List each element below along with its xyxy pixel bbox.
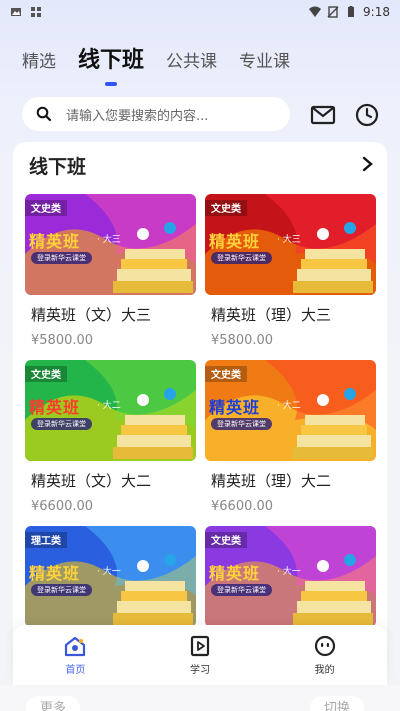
bottom-nav: 首页 学习 我的 (13, 625, 387, 685)
course-headline: 精英班 (209, 564, 261, 583)
course-grade: · 大三 (97, 235, 121, 245)
course-cta: 登录新华云课堂 (211, 418, 272, 430)
course-category: 理工类 (25, 532, 67, 548)
course-name: 精英班（文）大三 (31, 306, 152, 324)
course-name: 精英班（理）大三 (211, 306, 332, 324)
course-thumbnail: 文史类 精英班 · 大三 登录新华云课堂 (205, 194, 376, 295)
nav-profile[interactable]: 我的 (280, 635, 370, 676)
more-button[interactable]: 更多 (26, 696, 81, 711)
course-grade: · 大一 (97, 567, 121, 577)
nav-profile-label: 我的 (314, 664, 335, 676)
course-thumbnail: 文史类 精英班 · 大一 登录新华云课堂 (205, 526, 376, 627)
switch-button[interactable]: 切换 (310, 696, 365, 711)
course-card[interactable]: 文史类 精英班 · 大三 登录新华云课堂 精英班（理）大三 ¥5800.00 (205, 194, 376, 348)
course-thumbnail: 文史类 精英班 · 大三 登录新华云课堂 (25, 194, 196, 295)
course-grade: · 大一 (277, 567, 301, 577)
course-card[interactable]: 文史类 精英班 · 大三 登录新华云课堂 精英班（文）大三 ¥5800.00 (25, 194, 196, 348)
status-bar: 9:18 (0, 0, 400, 24)
course-name: 精英班（文）大二 (31, 472, 152, 490)
nav-home[interactable]: 首页 (30, 635, 120, 676)
course-cta: 登录新华云课堂 (31, 252, 92, 264)
home-icon (65, 636, 86, 656)
course-category: 文史类 (25, 366, 67, 382)
course-price: ¥5800.00 (31, 333, 94, 348)
course-headline: 精英班 (209, 398, 261, 417)
wifi-icon (309, 6, 322, 17)
tab-public-course[interactable]: 公共课 (166, 47, 217, 84)
course-category: 文史类 (205, 532, 247, 548)
search-icon (36, 106, 52, 122)
course-cta: 登录新华云课堂 (211, 252, 272, 264)
play-book-icon (190, 635, 210, 656)
history-clock-icon[interactable] (354, 102, 380, 128)
tab-featured[interactable]: 精选 (22, 47, 56, 84)
course-card[interactable]: 理工类 精英班 · 大一 登录新华云课堂 (25, 526, 196, 627)
course-category: 文史类 (205, 200, 247, 216)
course-price: ¥6600.00 (31, 499, 94, 514)
chevron-right-icon[interactable] (361, 156, 375, 172)
course-grade: · 大二 (97, 401, 121, 411)
tab-major-course[interactable]: 专业课 (239, 47, 290, 84)
nav-study[interactable]: 学习 (155, 635, 245, 676)
search-input[interactable]: 请输入您要搜索的内容... (22, 97, 290, 131)
tab-offline-class[interactable]: 线下班 (78, 42, 144, 84)
course-card[interactable]: 文史类 精英班 · 大二 登录新华云课堂 精英班（理）大二 ¥6600.00 (205, 360, 376, 514)
grid-notification-icon (31, 7, 41, 17)
course-cta: 登录新华云课堂 (31, 418, 92, 430)
mail-icon[interactable] (310, 102, 336, 128)
nav-home-label: 首页 (65, 664, 86, 676)
course-headline: 精英班 (29, 564, 81, 583)
no-sim-icon (327, 6, 339, 18)
course-grade: · 大二 (277, 401, 301, 411)
section-title: 线下班 (29, 156, 87, 178)
course-headline: 精英班 (209, 232, 261, 251)
course-grade: · 大三 (277, 235, 301, 245)
smile-face-icon (314, 635, 335, 656)
course-thumbnail: 理工类 精英班 · 大一 登录新华云课堂 (25, 526, 196, 627)
course-card[interactable]: 文史类 精英班 · 大一 登录新华云课堂 (205, 526, 376, 627)
course-category: 文史类 (205, 366, 247, 382)
course-cta: 登录新华云课堂 (211, 584, 272, 596)
course-thumbnail: 文史类 精英班 · 大二 登录新华云课堂 (25, 360, 196, 461)
status-time: 9:18 (363, 5, 390, 19)
category-tabs: 精选 线下班 公共课 专业课 (0, 36, 400, 84)
course-card[interactable]: 文史类 精英班 · 大二 登录新华云课堂 精英班（文）大二 ¥6600.00 (25, 360, 196, 514)
course-thumbnail: 文史类 精英班 · 大二 登录新华云课堂 (205, 360, 376, 461)
battery-icon (348, 6, 355, 17)
search-placeholder: 请输入您要搜索的内容... (66, 108, 209, 124)
course-cta: 登录新华云课堂 (31, 584, 92, 596)
course-price: ¥6600.00 (211, 499, 274, 514)
nav-study-label: 学习 (189, 664, 210, 676)
gallery-notification-icon (11, 8, 21, 16)
course-name: 精英班（理）大二 (211, 472, 332, 490)
course-headline: 精英班 (29, 398, 81, 417)
course-price: ¥5800.00 (211, 333, 274, 348)
course-headline: 精英班 (29, 232, 81, 251)
course-category: 文史类 (25, 200, 67, 216)
